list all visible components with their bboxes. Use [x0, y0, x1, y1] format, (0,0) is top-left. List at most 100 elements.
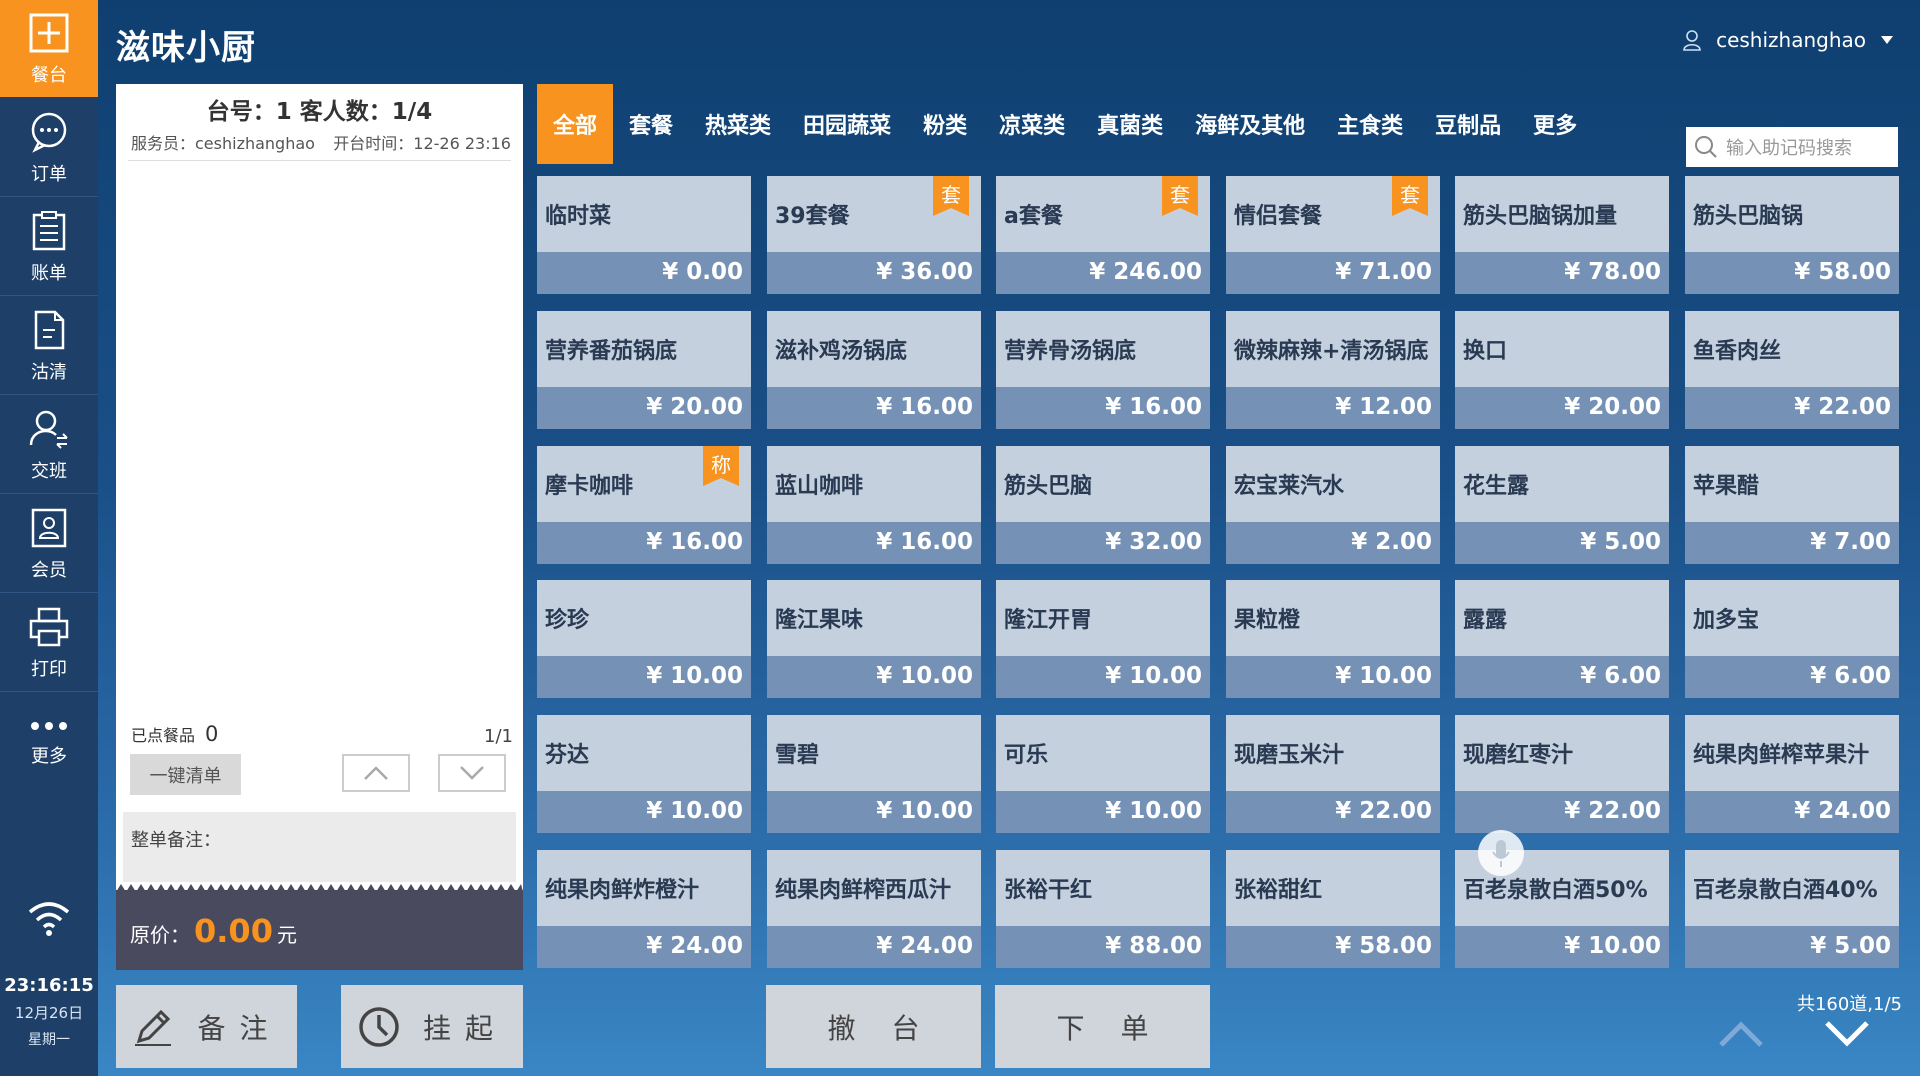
menu-item-price: ¥ 58.00: [1794, 259, 1891, 285]
menu-item-card[interactable]: a套餐 ¥ 246.00 套: [996, 176, 1210, 294]
menu-item-name: 情侣套餐: [1234, 204, 1323, 229]
menu-item-card[interactable]: 筋头巴脑锅加量 ¥ 78.00: [1455, 176, 1669, 294]
printer-icon: [29, 607, 69, 646]
tab-3[interactable]: 田园蔬菜: [787, 84, 907, 164]
menu-item-card[interactable]: 情侣套餐 ¥ 71.00 套: [1226, 176, 1440, 294]
total-bar: 原价： 0.00 元: [116, 884, 523, 970]
menu-item-card[interactable]: 张裕甜红 ¥ 58.00: [1226, 850, 1440, 968]
menu-item-card[interactable]: 隆江果味 ¥ 10.00: [767, 580, 981, 698]
menu-item-price: ¥ 58.00: [1335, 933, 1432, 959]
chevron-up-icon: [364, 766, 388, 780]
tab-1[interactable]: 套餐: [613, 84, 689, 164]
menu-item-card[interactable]: 换口 ¥ 20.00: [1455, 311, 1669, 429]
menu-item-card[interactable]: 苹果醋 ¥ 7.00: [1685, 446, 1899, 564]
nav-label: 订单: [31, 163, 67, 185]
menu-item-card[interactable]: 现磨玉米汁 ¥ 22.00: [1226, 715, 1440, 833]
menu-item-name: 隆江开胃: [1004, 608, 1093, 633]
tab-8[interactable]: 主食类: [1321, 84, 1419, 164]
scroll-down-button[interactable]: [438, 754, 506, 792]
clear-order-button[interactable]: 一键清单: [130, 754, 241, 795]
order-remark-field[interactable]: 整单备注：: [123, 812, 516, 882]
menu-item-name: 隆江果味: [775, 608, 864, 633]
menu-item-card[interactable]: 筋头巴脑锅 ¥ 58.00: [1685, 176, 1899, 294]
tab-4[interactable]: 粉类: [907, 84, 983, 164]
clock-date: 12月26日: [14, 1004, 84, 1022]
menu-item-name: 蓝山咖啡: [775, 474, 864, 499]
chevron-down-icon: [460, 766, 484, 780]
table-info: 台号：1 客人数：1/4: [206, 99, 433, 125]
menu-item-card[interactable]: 百老泉散白酒40% ¥ 5.00: [1685, 850, 1899, 968]
nav-print[interactable]: 打印: [0, 594, 98, 692]
menu-item-name: 可乐: [1004, 743, 1049, 768]
menu-item-price: ¥ 32.00: [1105, 529, 1202, 555]
menu-item-name: 筋头巴脑锅加量: [1463, 204, 1618, 229]
menu-item-price: ¥ 10.00: [876, 663, 973, 689]
menu-item-price: ¥ 22.00: [1335, 798, 1432, 824]
ordered-label: 已点餐品: [131, 726, 196, 745]
menu-item-card[interactable]: 滋补鸡汤锅底 ¥ 16.00: [767, 311, 981, 429]
cancel-table-button[interactable]: 撤台: [766, 985, 981, 1068]
mic-icon[interactable]: [1478, 830, 1524, 876]
menu-item-card[interactable]: 鱼香肉丝 ¥ 22.00: [1685, 311, 1899, 429]
user-menu[interactable]: ceshizhanghao: [1682, 28, 1894, 52]
menu-item-card[interactable]: 现磨红枣汁 ¥ 22.00: [1455, 715, 1669, 833]
menu-item-name: 露露: [1463, 608, 1508, 633]
menu-item-card[interactable]: 39套餐 ¥ 36.00 套: [767, 176, 981, 294]
menu-item-card[interactable]: 纯果肉鲜榨西瓜汁 ¥ 24.00: [767, 850, 981, 968]
menu-item-tag-label: 套: [941, 183, 961, 207]
menu-item-card[interactable]: 可乐 ¥ 10.00: [996, 715, 1210, 833]
menu-item-name: 营养番茄锅底: [545, 339, 678, 364]
ordered-number: 0: [205, 722, 219, 746]
menu-item-card[interactable]: 微辣麻辣+清汤锅底 ¥ 12.00: [1226, 311, 1440, 429]
menu-item-name: 百老泉散白酒40%: [1693, 878, 1878, 903]
microphone-icon: [1492, 840, 1510, 867]
page-down-button[interactable]: [1824, 1020, 1870, 1048]
search-box[interactable]: 输入助记码搜索: [1686, 127, 1898, 167]
menu-item-card[interactable]: 营养番茄锅底 ¥ 20.00: [537, 311, 751, 429]
menu-item-card[interactable]: 隆江开胃 ¥ 10.00: [996, 580, 1210, 698]
submit-order-button[interactable]: 下单: [995, 985, 1210, 1068]
hang-button[interactable]: 挂起: [341, 985, 523, 1068]
menu-item-price: ¥ 10.00: [1105, 798, 1202, 824]
tab-7[interactable]: 海鲜及其他: [1179, 84, 1321, 164]
menu-item-card[interactable]: 营养骨汤锅底 ¥ 16.00: [996, 311, 1210, 429]
menu-item-card[interactable]: 摩卡咖啡 ¥ 16.00 称: [537, 446, 751, 564]
menu-item-card[interactable]: 蓝山咖啡 ¥ 16.00: [767, 446, 981, 564]
menu-item-price: ¥ 22.00: [1794, 394, 1891, 420]
tab-6[interactable]: 真菌类: [1081, 84, 1179, 164]
menu-item-card[interactable]: 露露 ¥ 6.00: [1455, 580, 1669, 698]
divider: [128, 160, 511, 161]
page-up-button[interactable]: [1718, 1020, 1764, 1048]
menu-item-price: ¥ 6.00: [1580, 663, 1661, 689]
menu-item-price: ¥ 78.00: [1564, 259, 1661, 285]
nav-more[interactable]: 更多: [0, 693, 98, 790]
tab-0[interactable]: 全部: [537, 84, 614, 164]
menu-item-card[interactable]: 花生露 ¥ 5.00: [1455, 446, 1669, 564]
menu-item-card[interactable]: 筋头巴脑 ¥ 32.00: [996, 446, 1210, 564]
scroll-up-button[interactable]: [342, 754, 410, 792]
remark-button[interactable]: 备注: [116, 985, 297, 1068]
menu-item-card[interactable]: 张裕干红 ¥ 88.00: [996, 850, 1210, 968]
tab-10[interactable]: 更多: [1517, 84, 1593, 164]
menu-item-card[interactable]: 果粒橙 ¥ 10.00: [1226, 580, 1440, 698]
menu-item-card[interactable]: 宏宝莱汽水 ¥ 2.00: [1226, 446, 1440, 564]
user-icon: [1683, 30, 1701, 51]
nav-member[interactable]: 会员: [0, 495, 98, 593]
menu-item-card[interactable]: 芬达 ¥ 10.00: [537, 715, 751, 833]
menu-item-card[interactable]: 纯果肉鲜炸橙汁 ¥ 24.00: [537, 850, 751, 968]
tab-5[interactable]: 凉菜类: [983, 84, 1081, 164]
menu-item-card[interactable]: 雪碧 ¥ 10.00: [767, 715, 981, 833]
more-dots-icon: [31, 721, 67, 730]
menu-item-card[interactable]: 临时菜 ¥ 0.00: [537, 176, 751, 294]
nav-soldout[interactable]: 沽清: [0, 297, 98, 395]
nav-shift[interactable]: 交班: [0, 396, 98, 494]
menu-item-card[interactable]: 珍珍 ¥ 10.00: [537, 580, 751, 698]
nav-bills[interactable]: 账单: [0, 198, 98, 296]
tab-2[interactable]: 热菜类: [689, 84, 787, 164]
nav-table[interactable]: 餐台: [0, 0, 98, 97]
document-icon: [34, 310, 65, 349]
menu-item-card[interactable]: 加多宝 ¥ 6.00: [1685, 580, 1899, 698]
tab-9[interactable]: 豆制品: [1419, 84, 1517, 164]
nav-orders[interactable]: 订单: [0, 99, 98, 197]
menu-item-card[interactable]: 纯果肉鲜榨苹果汁 ¥ 24.00: [1685, 715, 1899, 833]
